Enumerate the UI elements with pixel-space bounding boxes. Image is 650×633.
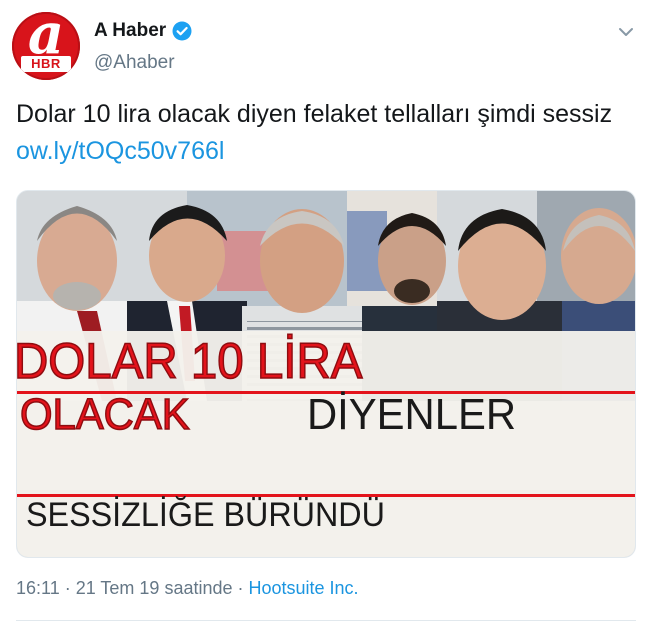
meta-separator: · xyxy=(59,578,76,598)
meta-separator-2: · xyxy=(232,578,249,598)
tweet-meta: 16:11 · 21 Tem 19 saatinde · Hootsuite I… xyxy=(16,578,359,599)
headline-line-2-black: DİYENLER xyxy=(307,390,517,439)
tweet-text: Dolar 10 lira olacak diyen felaket tella… xyxy=(16,96,641,170)
tweet-card: a HBR A Haber @Ahaber Dolar 10 lira olac… xyxy=(0,0,650,633)
tweet-source-link[interactable]: Hootsuite Inc. xyxy=(249,578,359,598)
avatar-letter: a xyxy=(27,12,65,67)
verified-badge-icon xyxy=(172,21,192,41)
headline-line-1: DOLAR 10 LİRA xyxy=(13,333,363,389)
tweet-date[interactable]: 21 Tem 19 saatinde xyxy=(76,578,233,598)
chevron-down-icon[interactable] xyxy=(616,22,636,42)
headline-line-3: SESSİZLİĞE BÜRÜNDÜ xyxy=(26,496,385,534)
tweet-body: Dolar 10 lira olacak diyen felaket tella… xyxy=(16,100,613,128)
avatar[interactable]: a HBR xyxy=(12,12,80,80)
headline-line-2-red: OLACAK xyxy=(19,390,190,439)
tweet-link[interactable]: ow.ly/tOQc50v766l xyxy=(16,137,224,165)
author-name[interactable]: A Haber xyxy=(94,20,166,42)
tweet-time[interactable]: 16:11 xyxy=(16,578,60,598)
avatar-badge: HBR xyxy=(21,56,71,72)
author-name-row[interactable]: A Haber xyxy=(94,20,192,42)
divider xyxy=(16,620,636,621)
author-handle[interactable]: @Ahaber xyxy=(94,52,175,74)
